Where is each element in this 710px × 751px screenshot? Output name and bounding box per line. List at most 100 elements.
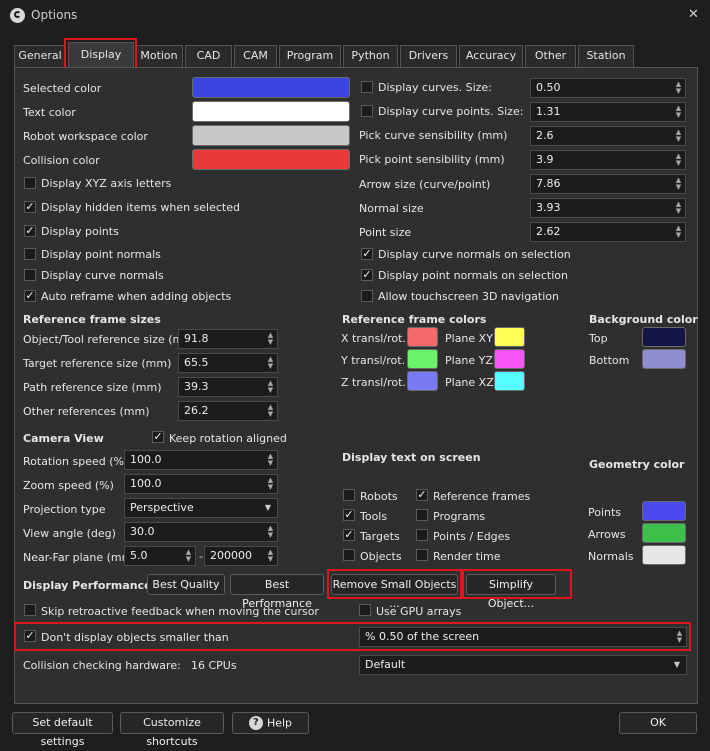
pick-point-spinbox[interactable]: 3.9 ▲ ▼ bbox=[530, 150, 686, 170]
plane-yz-swatch[interactable] bbox=[494, 349, 525, 369]
curve-normals-selection-label: Display curve normals on selection bbox=[378, 248, 571, 261]
curve-size-spinbox[interactable]: 0.50 ▲ ▼ bbox=[530, 78, 686, 98]
display-curve-points-label: Display curve points. Size: bbox=[378, 105, 524, 118]
text-objects-checkbox[interactable] bbox=[343, 549, 355, 561]
near-plane-spinbox[interactable]: 5.0 ▲ ▼ bbox=[124, 546, 196, 566]
y-transl-swatch[interactable] bbox=[407, 349, 438, 369]
robot-workspace-color-swatch[interactable] bbox=[192, 125, 350, 146]
set-default-settings-button[interactable]: Set default settings bbox=[12, 712, 113, 748]
selected-color-swatch[interactable] bbox=[192, 77, 350, 98]
text-robots-label: Robots bbox=[360, 490, 398, 503]
display-xyz-letters-checkbox[interactable] bbox=[24, 177, 36, 189]
display-curves-label: Display curves. Size: bbox=[378, 81, 492, 94]
display-curves-checkbox[interactable] bbox=[361, 81, 373, 93]
tab-other[interactable]: Other bbox=[525, 45, 576, 67]
other-references-label: Other references (mm) bbox=[23, 405, 150, 418]
display-hidden-items-checkbox[interactable]: ✓ bbox=[24, 201, 36, 213]
background-bottom-swatch[interactable] bbox=[642, 349, 686, 369]
text-robots-checkbox[interactable] bbox=[343, 489, 355, 501]
display-points-checkbox[interactable]: ✓ bbox=[24, 225, 36, 237]
zoom-speed-spinbox[interactable]: 100.0 ▲ ▼ bbox=[124, 474, 278, 494]
display-curve-normals-checkbox[interactable] bbox=[24, 269, 36, 281]
path-size-label: Path reference size (mm) bbox=[23, 381, 162, 394]
help-button[interactable]: ? Help bbox=[232, 712, 309, 734]
geometry-normals-swatch[interactable] bbox=[642, 545, 686, 565]
point-normals-selection-checkbox[interactable]: ✓ bbox=[361, 269, 373, 281]
background-bottom-label: Bottom bbox=[589, 354, 630, 367]
reference-sizes-heading: Reference frame sizes bbox=[23, 313, 161, 326]
display-xyz-letters-label: Display XYZ axis letters bbox=[41, 177, 172, 190]
chevron-down-icon: ▼ bbox=[264, 503, 271, 512]
curve-normals-selection-checkbox[interactable]: ✓ bbox=[361, 248, 373, 260]
reference-colors-heading: Reference frame colors bbox=[342, 313, 487, 326]
customize-shortcuts-button[interactable]: Customize shortcuts bbox=[120, 712, 224, 748]
x-transl-label: X transl/rot. bbox=[341, 332, 406, 345]
tab-station[interactable]: Station bbox=[578, 45, 634, 67]
z-transl-swatch[interactable] bbox=[407, 371, 438, 391]
pick-curve-spinbox[interactable]: 2.6 ▲ ▼ bbox=[530, 126, 686, 146]
auto-reframe-checkbox[interactable]: ✓ bbox=[24, 290, 36, 302]
tab-motion[interactable]: Motion bbox=[135, 45, 183, 67]
best-performance-button[interactable]: Best Performance bbox=[230, 574, 324, 610]
x-transl-swatch[interactable] bbox=[407, 327, 438, 347]
curve-point-size-spinbox[interactable]: 1.31 ▲ ▼ bbox=[530, 102, 686, 122]
display-point-normals-label: Display point normals bbox=[41, 248, 161, 261]
display-points-label: Display points bbox=[41, 225, 119, 238]
window-title: Options bbox=[31, 8, 78, 22]
camera-view-heading: Camera View bbox=[23, 432, 104, 445]
text-reference-frames-checkbox[interactable]: ✓ bbox=[416, 489, 428, 501]
plane-xy-swatch[interactable] bbox=[494, 327, 525, 347]
skip-retroactive-checkbox[interactable] bbox=[24, 604, 36, 616]
robot-workspace-color-label: Robot workspace color bbox=[23, 130, 148, 143]
pick-curve-label: Pick curve sensibility (mm) bbox=[359, 129, 508, 142]
collision-hardware-select[interactable]: Default ▼ bbox=[359, 655, 687, 675]
tab-accuracy[interactable]: Accuracy bbox=[459, 45, 523, 67]
selected-color-label: Selected color bbox=[23, 82, 102, 95]
display-curve-points-checkbox[interactable] bbox=[361, 105, 373, 117]
geometry-arrows-swatch[interactable] bbox=[642, 523, 686, 543]
text-points-edges-checkbox[interactable] bbox=[416, 529, 428, 541]
ok-button[interactable]: OK bbox=[619, 712, 697, 734]
normal-size-spinbox[interactable]: 3.93 ▲ ▼ bbox=[530, 198, 686, 218]
text-render-time-checkbox[interactable] bbox=[416, 549, 428, 561]
text-programs-checkbox[interactable] bbox=[416, 509, 428, 521]
target-size-label: Target reference size (mm) bbox=[23, 357, 172, 370]
plane-xz-swatch[interactable] bbox=[494, 371, 525, 391]
collision-hardware-label: Collision checking hardware: bbox=[23, 659, 181, 672]
tab-drivers[interactable]: Drivers bbox=[400, 45, 457, 67]
background-top-swatch[interactable] bbox=[642, 327, 686, 347]
tab-python[interactable]: Python bbox=[343, 45, 398, 67]
arrow-size-label: Arrow size (curve/point) bbox=[359, 178, 491, 191]
text-targets-checkbox[interactable]: ✓ bbox=[343, 529, 355, 541]
rotation-speed-spinbox[interactable]: 100.0 ▲ ▼ bbox=[124, 450, 278, 470]
point-size-spinbox[interactable]: 2.62 ▲ ▼ bbox=[530, 222, 686, 242]
display-point-normals-checkbox[interactable] bbox=[24, 248, 36, 260]
geometry-color-heading: Geometry color bbox=[589, 458, 685, 471]
text-tools-checkbox[interactable]: ✓ bbox=[343, 509, 355, 521]
tab-program[interactable]: Program bbox=[279, 45, 341, 67]
tab-cad[interactable]: CAD bbox=[185, 45, 232, 67]
rotation-speed-label: Rotation speed (%) bbox=[23, 455, 129, 468]
other-references-spinbox[interactable]: 26.2 ▲ ▼ bbox=[178, 401, 278, 421]
far-plane-spinbox[interactable]: 200000 ▲ ▼ bbox=[204, 546, 278, 566]
tab-general[interactable]: General bbox=[14, 45, 66, 67]
best-quality-button[interactable]: Best Quality bbox=[147, 574, 225, 595]
tab-cam[interactable]: CAM bbox=[234, 45, 277, 67]
text-color-label: Text color bbox=[23, 106, 76, 119]
path-size-spinbox[interactable]: 39.3 ▲ ▼ bbox=[178, 377, 278, 397]
geometry-points-swatch[interactable] bbox=[642, 501, 686, 521]
keep-rotation-aligned-checkbox[interactable]: ✓ bbox=[152, 431, 164, 443]
view-angle-spinbox[interactable]: 30.0 ▲ ▼ bbox=[124, 522, 278, 542]
close-icon[interactable]: ✕ bbox=[688, 7, 699, 22]
arrow-size-spinbox[interactable]: 7.86 ▲ ▼ bbox=[530, 174, 686, 194]
collision-color-swatch[interactable] bbox=[192, 149, 350, 170]
near-far-label: Near-Far plane (mm) bbox=[23, 551, 137, 564]
near-far-separator: - bbox=[199, 550, 203, 563]
object-tool-size-spinbox[interactable]: 91.8 ▲ ▼ bbox=[178, 329, 278, 349]
highlight-dont-display bbox=[14, 622, 691, 651]
gpu-arrays-checkbox[interactable] bbox=[359, 604, 371, 616]
target-size-spinbox[interactable]: 65.5 ▲ ▼ bbox=[178, 353, 278, 373]
text-color-swatch[interactable] bbox=[192, 101, 350, 122]
projection-type-select[interactable]: Perspective ▼ bbox=[124, 498, 278, 518]
touchscreen-checkbox[interactable] bbox=[361, 290, 373, 302]
